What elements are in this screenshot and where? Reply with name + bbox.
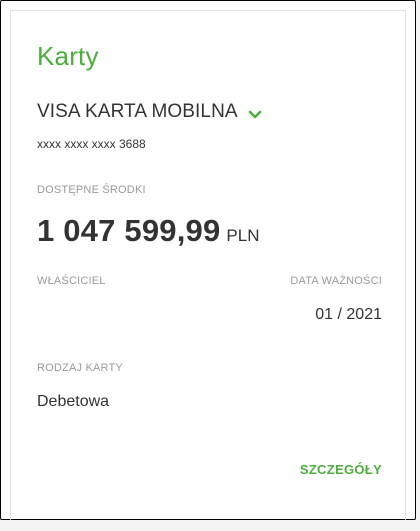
card-type-value: Debetowa xyxy=(37,393,110,410)
owner-label: WŁAŚCICIEL xyxy=(37,275,106,287)
card-selector[interactable]: VISA KARTA MOBILNA xyxy=(37,101,262,123)
expiry-value: 01 / 2021 xyxy=(315,306,382,323)
balance-row: 1 047 599,99 PLN xyxy=(37,213,259,249)
cards-widget-inner xyxy=(10,10,406,520)
card-number: xxxx xxxx xxxx 3688 xyxy=(37,137,146,151)
balance-amount: 1 047 599,99 xyxy=(37,213,221,248)
expiry-label: DATA WAŻNOŚCI xyxy=(290,275,382,287)
chevron-down-icon[interactable] xyxy=(248,107,262,119)
widget-title: Karty xyxy=(37,41,99,71)
available-funds-label: DOSTĘPNE ŚRODKI xyxy=(37,184,146,196)
card-type-label: RODZAJ KARTY xyxy=(37,362,123,374)
cards-widget: Karty VISA KARTA MOBILNA xxxx xxxx xxxx … xyxy=(0,0,416,520)
card-name: VISA KARTA MOBILNA xyxy=(37,101,238,122)
details-link[interactable]: SZCZEGÓŁY xyxy=(300,462,382,477)
balance-currency: PLN xyxy=(226,226,260,245)
